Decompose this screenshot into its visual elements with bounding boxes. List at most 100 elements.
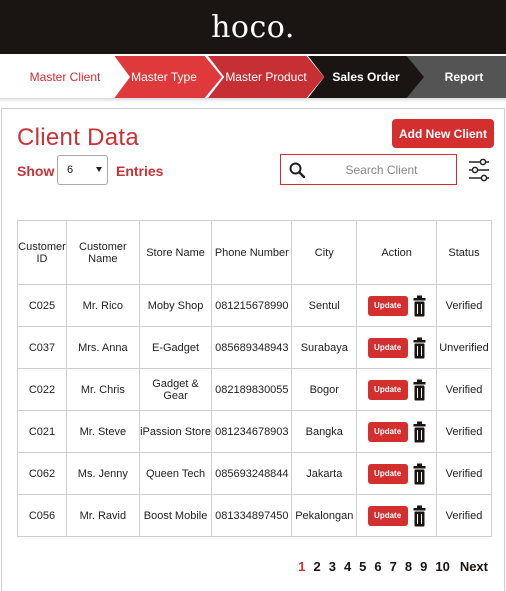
customer-id-cell: C021 <box>17 410 67 453</box>
status-cell: Verified <box>436 410 492 453</box>
page-link-5[interactable]: 5 <box>359 559 366 574</box>
action-cell: Update <box>356 410 437 453</box>
phone-number-cell: 081215678990 <box>211 284 293 327</box>
phone-number-cell: 081234678903 <box>211 410 293 453</box>
city-cell: Jakarta <box>291 452 358 495</box>
trash-icon[interactable] <box>413 337 426 359</box>
step-label: Master Type <box>131 70 197 84</box>
page-link-2[interactable]: 2 <box>313 559 320 574</box>
phone-number-cell: 082189830055 <box>211 368 293 411</box>
page-link-6[interactable]: 6 <box>374 559 381 574</box>
customer-id-cell: C025 <box>17 284 67 327</box>
trash-icon[interactable] <box>413 379 426 401</box>
column-header[interactable]: Customer Name <box>65 220 140 285</box>
customer-name-cell: Mr. Chris <box>65 368 140 411</box>
city-cell: Sentul <box>291 284 358 327</box>
workflow-steps: Report Sales Order Master Product Master… <box>0 56 506 98</box>
status-cell: Verified <box>436 368 492 411</box>
table-row: C025 Mr. Rico Moby Shop 081215678990 Sentul U… <box>17 284 492 327</box>
next-page-link[interactable]: Next <box>460 559 488 574</box>
filter-settings-icon[interactable] <box>468 158 490 182</box>
update-button[interactable]: Update <box>367 379 408 400</box>
caret-down-icon <box>96 167 102 172</box>
search-icon <box>289 162 305 178</box>
page-link-10[interactable]: 10 <box>435 559 449 574</box>
customer-name-cell: Mr. Ravid <box>65 494 140 537</box>
client-table: Customer ID Customer Name Store Name Pho… <box>17 220 492 537</box>
city-cell: Surabaya <box>291 326 358 369</box>
customer-name-cell: Mrs. Anna <box>65 326 140 369</box>
page-title: Client Data <box>17 124 140 151</box>
customer-id-cell: C037 <box>17 326 67 369</box>
update-button[interactable]: Update <box>367 505 408 526</box>
store-name-cell: E-Gadget <box>138 326 213 369</box>
step-label: Report <box>444 70 484 84</box>
trash-icon[interactable] <box>413 463 426 485</box>
customer-id-cell: C022 <box>17 368 67 411</box>
column-header[interactable]: Store Name <box>138 220 213 285</box>
city-cell: Pekalongan <box>291 494 358 537</box>
step-label: Master Client <box>29 70 101 84</box>
add-new-client-button[interactable]: Add New Client <box>392 119 494 148</box>
table-row: C056 Mr. Ravid Boost Mobile 081334897450 Pek… <box>17 494 492 537</box>
store-name-cell: Boost Mobile <box>138 494 213 537</box>
steps-divider <box>0 98 506 102</box>
entries-select[interactable]: 6 <box>57 155 108 185</box>
action-cell: Update <box>356 284 437 327</box>
action-cell: Update <box>356 326 437 369</box>
customer-id-cell: C062 <box>17 452 67 495</box>
customer-id-cell: C056 <box>17 494 67 537</box>
page-link-9[interactable]: 9 <box>420 559 427 574</box>
client-data-panel: Client Data Add New Client Show 6 Entrie… <box>1 108 505 591</box>
step-label: Sales Order <box>332 70 400 84</box>
customer-name-cell: Mr. Rico <box>65 284 140 327</box>
phone-number-cell: 081334897450 <box>211 494 293 537</box>
action-cell: Update <box>356 368 437 411</box>
column-header[interactable]: Status <box>436 220 492 285</box>
column-header[interactable]: Phone Number <box>211 220 293 285</box>
column-header: Action <box>356 220 437 285</box>
show-label: Show <box>17 163 55 179</box>
entries-label: Entries <box>116 163 164 179</box>
page-link-7[interactable]: 7 <box>390 559 397 574</box>
column-header[interactable]: Customer ID <box>17 220 67 285</box>
table-row: C062 Ms. Jenny Queen Tech 085693248844 Jakar… <box>17 452 492 495</box>
page-link-1[interactable]: 1 <box>298 559 305 574</box>
update-button[interactable]: Update <box>367 463 408 484</box>
brand-logo[interactable]: hoco. <box>211 10 295 45</box>
pagination: 1 2 3 4 5 6 7 8 9 10 Next <box>290 559 488 574</box>
page-link-4[interactable]: 4 <box>344 559 351 574</box>
customer-name-cell: Ms. Jenny <box>65 452 140 495</box>
status-cell: Verified <box>436 284 492 327</box>
table-row: C021 Mr. Steve iPassion Store 081234678903 B… <box>17 410 492 453</box>
table-row: C022 Mr. Chris Gadget & Gear 082189830055 Bo… <box>17 368 492 411</box>
update-button[interactable]: Update <box>367 337 408 358</box>
top-header: hoco. <box>0 0 506 54</box>
page-link-8[interactable]: 8 <box>405 559 412 574</box>
status-cell: Verified <box>436 494 492 537</box>
update-button[interactable]: Update <box>367 421 408 442</box>
step-sales-order[interactable]: Sales Order <box>308 56 424 98</box>
status-cell: Unverified <box>436 326 492 369</box>
column-header[interactable]: City <box>291 220 358 285</box>
search-box <box>280 154 457 185</box>
page-link-3[interactable]: 3 <box>329 559 336 574</box>
store-name-cell: Gadget & Gear <box>138 368 213 411</box>
action-cell: Update <box>356 494 437 537</box>
search-input[interactable] <box>309 155 454 184</box>
table-header-row: Customer ID Customer Name Store Name Pho… <box>17 220 492 285</box>
table-row: C037 Mrs. Anna E-Gadget 085689348943 Surabay… <box>17 326 492 369</box>
customer-name-cell: Mr. Steve <box>65 410 140 453</box>
status-cell: Verified <box>436 452 492 495</box>
update-button[interactable]: Update <box>367 295 408 316</box>
trash-icon[interactable] <box>413 421 426 443</box>
entries-value: 6 <box>67 164 74 176</box>
step-master-product[interactable]: Master Product <box>208 56 324 98</box>
step-master-client[interactable]: Master Client <box>0 56 130 98</box>
store-name-cell: Moby Shop <box>138 284 213 327</box>
trash-icon[interactable] <box>413 295 426 317</box>
trash-icon[interactable] <box>413 505 426 527</box>
city-cell: Bangka <box>291 410 358 453</box>
store-name-cell: iPassion Store <box>138 410 213 453</box>
store-name-cell: Queen Tech <box>138 452 213 495</box>
